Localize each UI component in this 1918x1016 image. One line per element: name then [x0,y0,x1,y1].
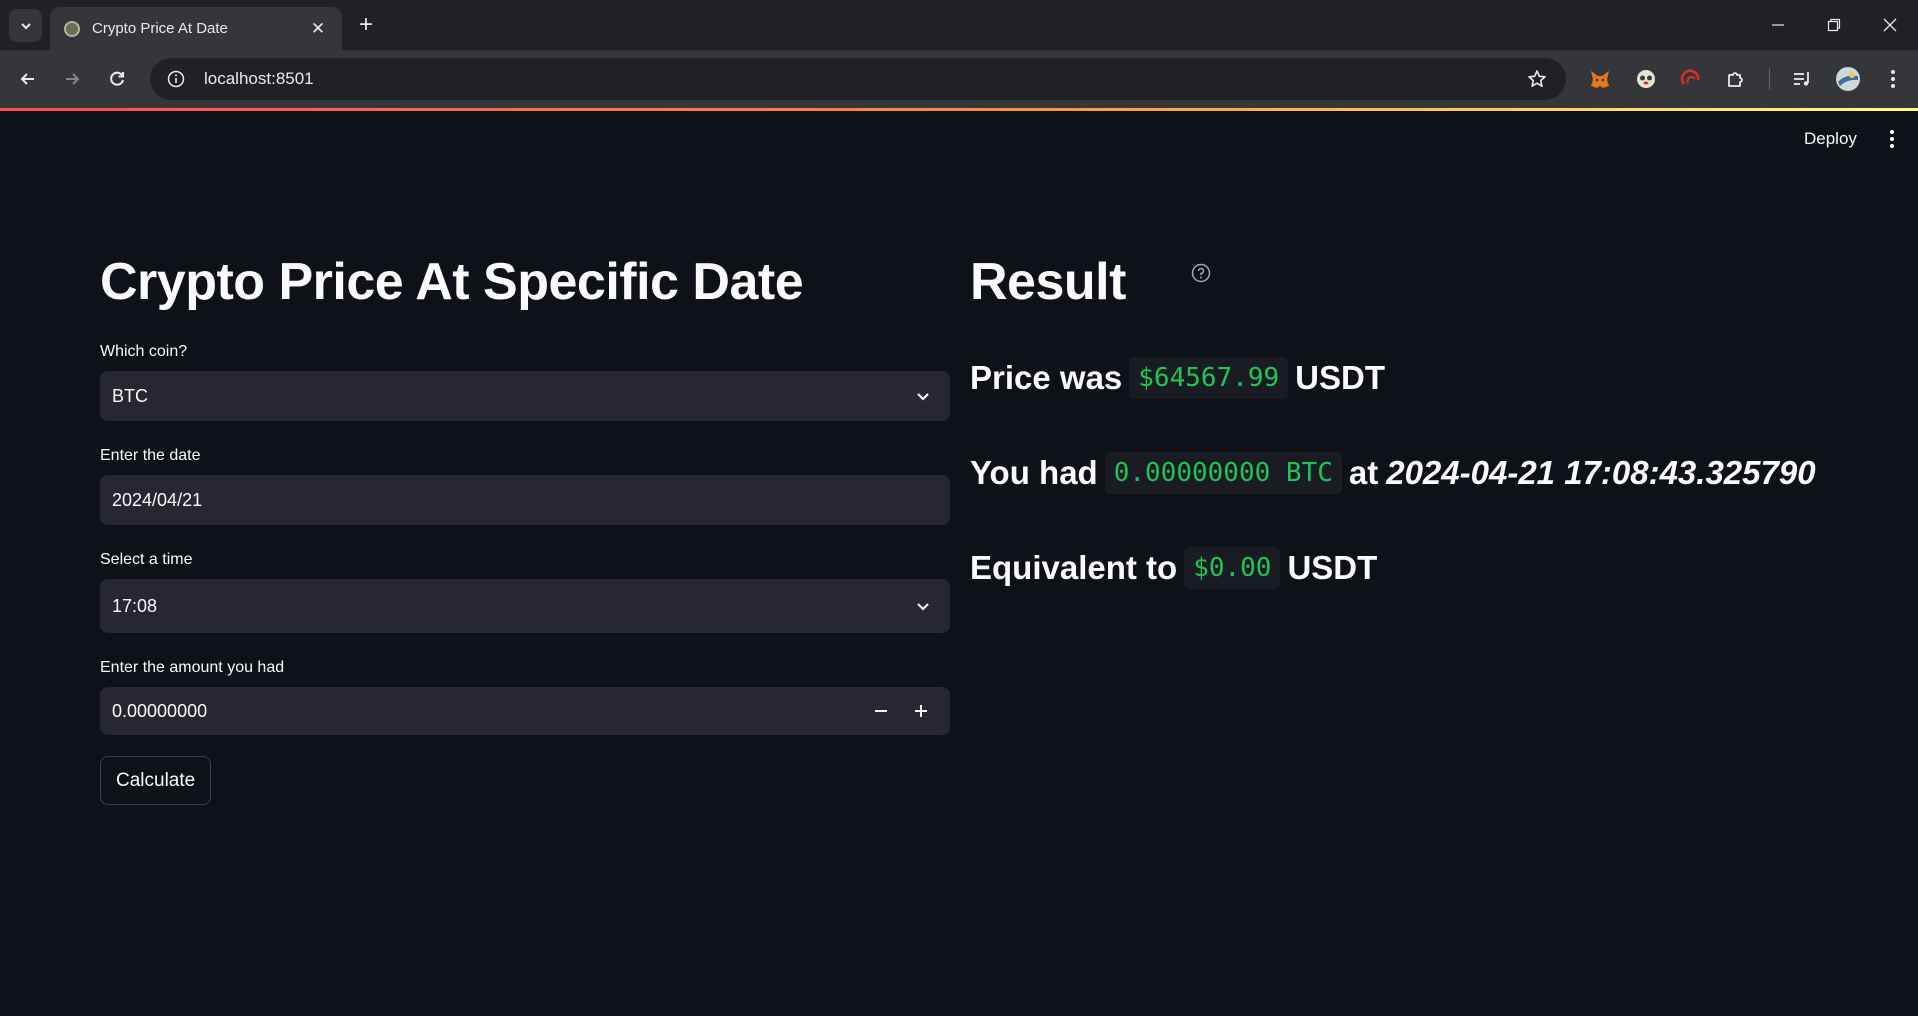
time-selected-value: 17:08 [112,595,158,616]
favicon-icon [64,20,80,37]
price-value: $64567.99 [1129,357,1289,400]
had-timestamp: 2024-04-21 17:08:43.325790 [1386,454,1816,492]
result-title: Result [970,253,1126,311]
equiv-value: $0.00 [1184,547,1281,590]
restore-icon [1827,18,1841,32]
input-column: Crypto Price At Specific Date Which coin… [100,251,950,806]
media-controls-icon[interactable] [1788,65,1816,93]
amount-number-input[interactable]: 0.00000000 [100,687,950,736]
app-page: Deploy Crypto Price At Specific Date Whi… [0,111,1918,1016]
time-label: Select a time [100,551,193,569]
deploy-button[interactable]: Deploy [1796,125,1865,153]
bookmark-star-icon[interactable] [1522,64,1552,94]
url-text: localhost:8501 [204,69,314,88]
chevron-down-icon [912,385,934,407]
browser-toolbar: localhost:8501 [0,50,1918,108]
red-swirl-extension-icon[interactable] [1677,65,1705,93]
browser-tab[interactable]: Crypto Price At Date ✕ [50,7,342,50]
coin-selected-value: BTC [112,385,148,406]
back-button[interactable] [12,63,44,95]
profile-avatar-icon[interactable] [1834,65,1862,93]
metamask-extension-icon[interactable] [1586,65,1614,93]
close-window-button[interactable] [1872,10,1908,40]
price-line: Price was $64567.99 USDT [970,357,1870,400]
calculate-button[interactable]: Calculate [100,756,212,806]
tab-title: Crypto Price At Date [92,20,228,37]
amount-stepper [870,700,932,722]
panda-extension-icon[interactable] [1632,65,1660,93]
site-info-icon[interactable] [164,67,188,91]
minus-icon [875,710,887,713]
result-column: Result Price was $64567.99 USDT You had … [970,251,1870,590]
chevron-down-icon [912,595,934,617]
had-prefix: You had [970,454,1098,492]
restore-button[interactable] [1816,10,1852,40]
toolbar-divider [1769,68,1770,90]
price-suffix: USDT [1295,359,1386,397]
equivalent-line: Equivalent to $0.00 USDT [970,547,1870,590]
equiv-suffix: USDT [1287,549,1378,587]
holding-line: You had 0.00000000 BTC at 2024-04-21 17:… [970,452,1870,495]
had-at: at [1348,454,1379,492]
address-bar[interactable]: localhost:8501 [150,58,1566,100]
help-circle-icon[interactable] [1191,263,1211,283]
price-prefix: Price was [970,359,1123,397]
date-label: Enter the date [100,447,201,465]
coin-label: Which coin? [100,343,188,361]
tab-search-button[interactable] [9,9,42,42]
date-value: 2024/04/21 [112,489,203,510]
decrement-button[interactable] [870,700,892,722]
equiv-prefix: Equivalent to [970,549,1178,587]
new-tab-button[interactable]: + [352,11,380,39]
minimize-icon [1772,24,1784,26]
reload-button[interactable] [101,63,133,95]
browser-tabstrip: Crypto Price At Date ✕ + [0,0,1918,50]
close-icon [1883,18,1897,32]
close-tab-icon[interactable]: ✕ [308,19,328,39]
app-menu-icon[interactable] [1880,125,1904,153]
minimize-button[interactable] [1760,10,1796,40]
date-input[interactable]: 2024/04/21 [100,475,950,526]
arrow-left-icon [20,73,34,85]
coin-select[interactable]: BTC [100,371,950,422]
extensions-puzzle-icon[interactable] [1722,65,1750,93]
arrow-right-icon [66,73,80,85]
amount-label: Enter the amount you had [100,659,285,677]
page-title: Crypto Price At Specific Date [100,253,804,311]
amount-value: 0.00000000 [112,700,208,721]
plus-icon [915,705,927,718]
chevron-down-icon [20,22,31,29]
browser-menu-icon[interactable] [1879,65,1907,93]
time-select[interactable]: 17:08 [100,579,950,634]
had-value: 0.00000000 BTC [1104,452,1342,495]
forward-button[interactable] [56,63,88,95]
increment-button[interactable] [910,700,932,722]
reload-icon [110,71,124,86]
